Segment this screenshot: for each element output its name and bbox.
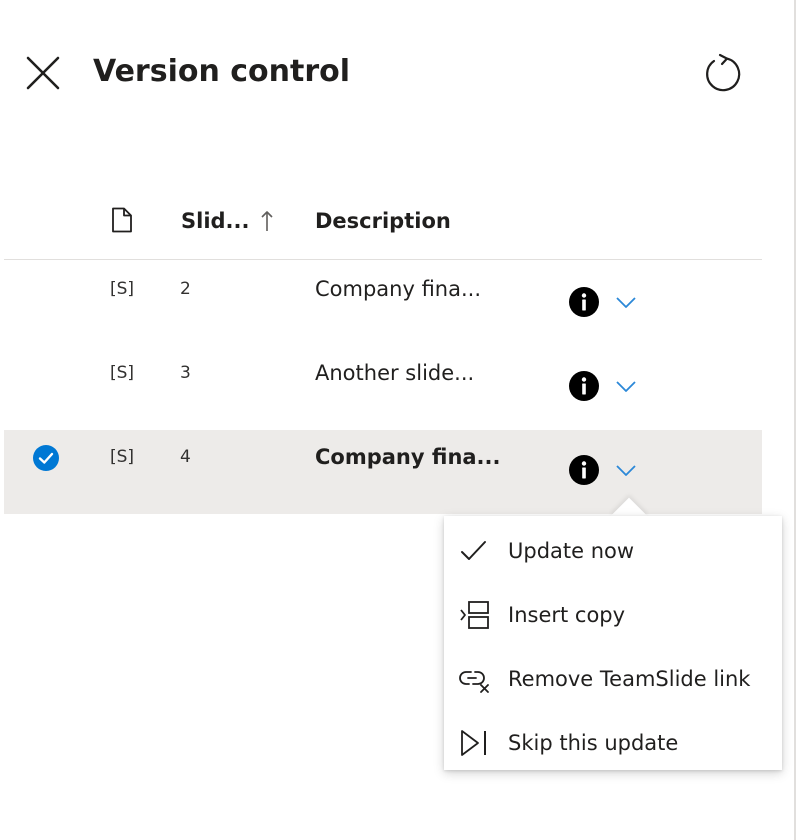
skip-icon [461, 730, 486, 756]
slide-description: Another slide... [315, 361, 475, 385]
menu-item-remove-link[interactable]: Remove TeamSlide link [444, 650, 782, 706]
table-row[interactable]: [S] 2 Company fina... [4, 262, 762, 346]
close-icon [26, 56, 60, 90]
slide-description: Company fina... [315, 277, 482, 301]
column-header-description[interactable]: Description [315, 207, 451, 235]
refresh-button[interactable] [700, 52, 744, 96]
chevron-down-icon[interactable] [612, 458, 640, 482]
slide-type-tag: [S] [110, 363, 135, 383]
slide-description: Company fina... [315, 445, 501, 469]
menu-item-insert-copy[interactable]: Insert copy [444, 586, 782, 642]
info-icon[interactable] [568, 286, 600, 318]
panel-header: Version control [0, 0, 794, 150]
checkmark-icon [461, 541, 486, 560]
info-icon[interactable] [568, 370, 600, 402]
menu-item-update-now[interactable]: Update now [444, 522, 782, 578]
table-row-selected[interactable]: [S] 4 Company fina... [4, 430, 762, 514]
slide-number: 2 [180, 279, 191, 299]
file-icon [112, 207, 132, 233]
table-header: Slid... Description [0, 195, 762, 260]
table-row[interactable]: [S] 3 Another slide... [4, 346, 762, 430]
page-title: Version control [93, 54, 351, 89]
unlink-icon [459, 671, 489, 693]
version-actions-menu: Update now Insert copy Remove TeamSlide … [444, 516, 782, 770]
info-icon[interactable] [568, 454, 600, 486]
header-divider [4, 259, 762, 260]
refresh-icon [706, 53, 741, 92]
chevron-down-icon[interactable] [612, 374, 640, 398]
menu-item-skip-update[interactable]: Skip this update [444, 714, 782, 770]
menu-item-label: Insert copy [508, 603, 626, 627]
menu-item-label: Update now [508, 539, 635, 563]
close-button[interactable] [24, 54, 62, 92]
slide-number: 4 [180, 447, 191, 467]
slide-type-tag: [S] [110, 447, 135, 467]
menu-item-label: Skip this update [508, 731, 679, 755]
menu-item-label: Remove TeamSlide link [508, 667, 751, 691]
selected-check-icon[interactable] [32, 444, 60, 472]
slide-type-tag: [S] [110, 279, 135, 299]
version-control-panel: Version control Slid... Description [S] … [0, 0, 800, 840]
insert-copy-icon [460, 601, 489, 629]
panel-border [794, 0, 796, 840]
sort-ascending-icon[interactable] [258, 208, 276, 234]
column-header-slide[interactable]: Slid... [181, 207, 250, 235]
chevron-down-icon[interactable] [612, 290, 640, 314]
slide-number: 3 [180, 363, 191, 383]
